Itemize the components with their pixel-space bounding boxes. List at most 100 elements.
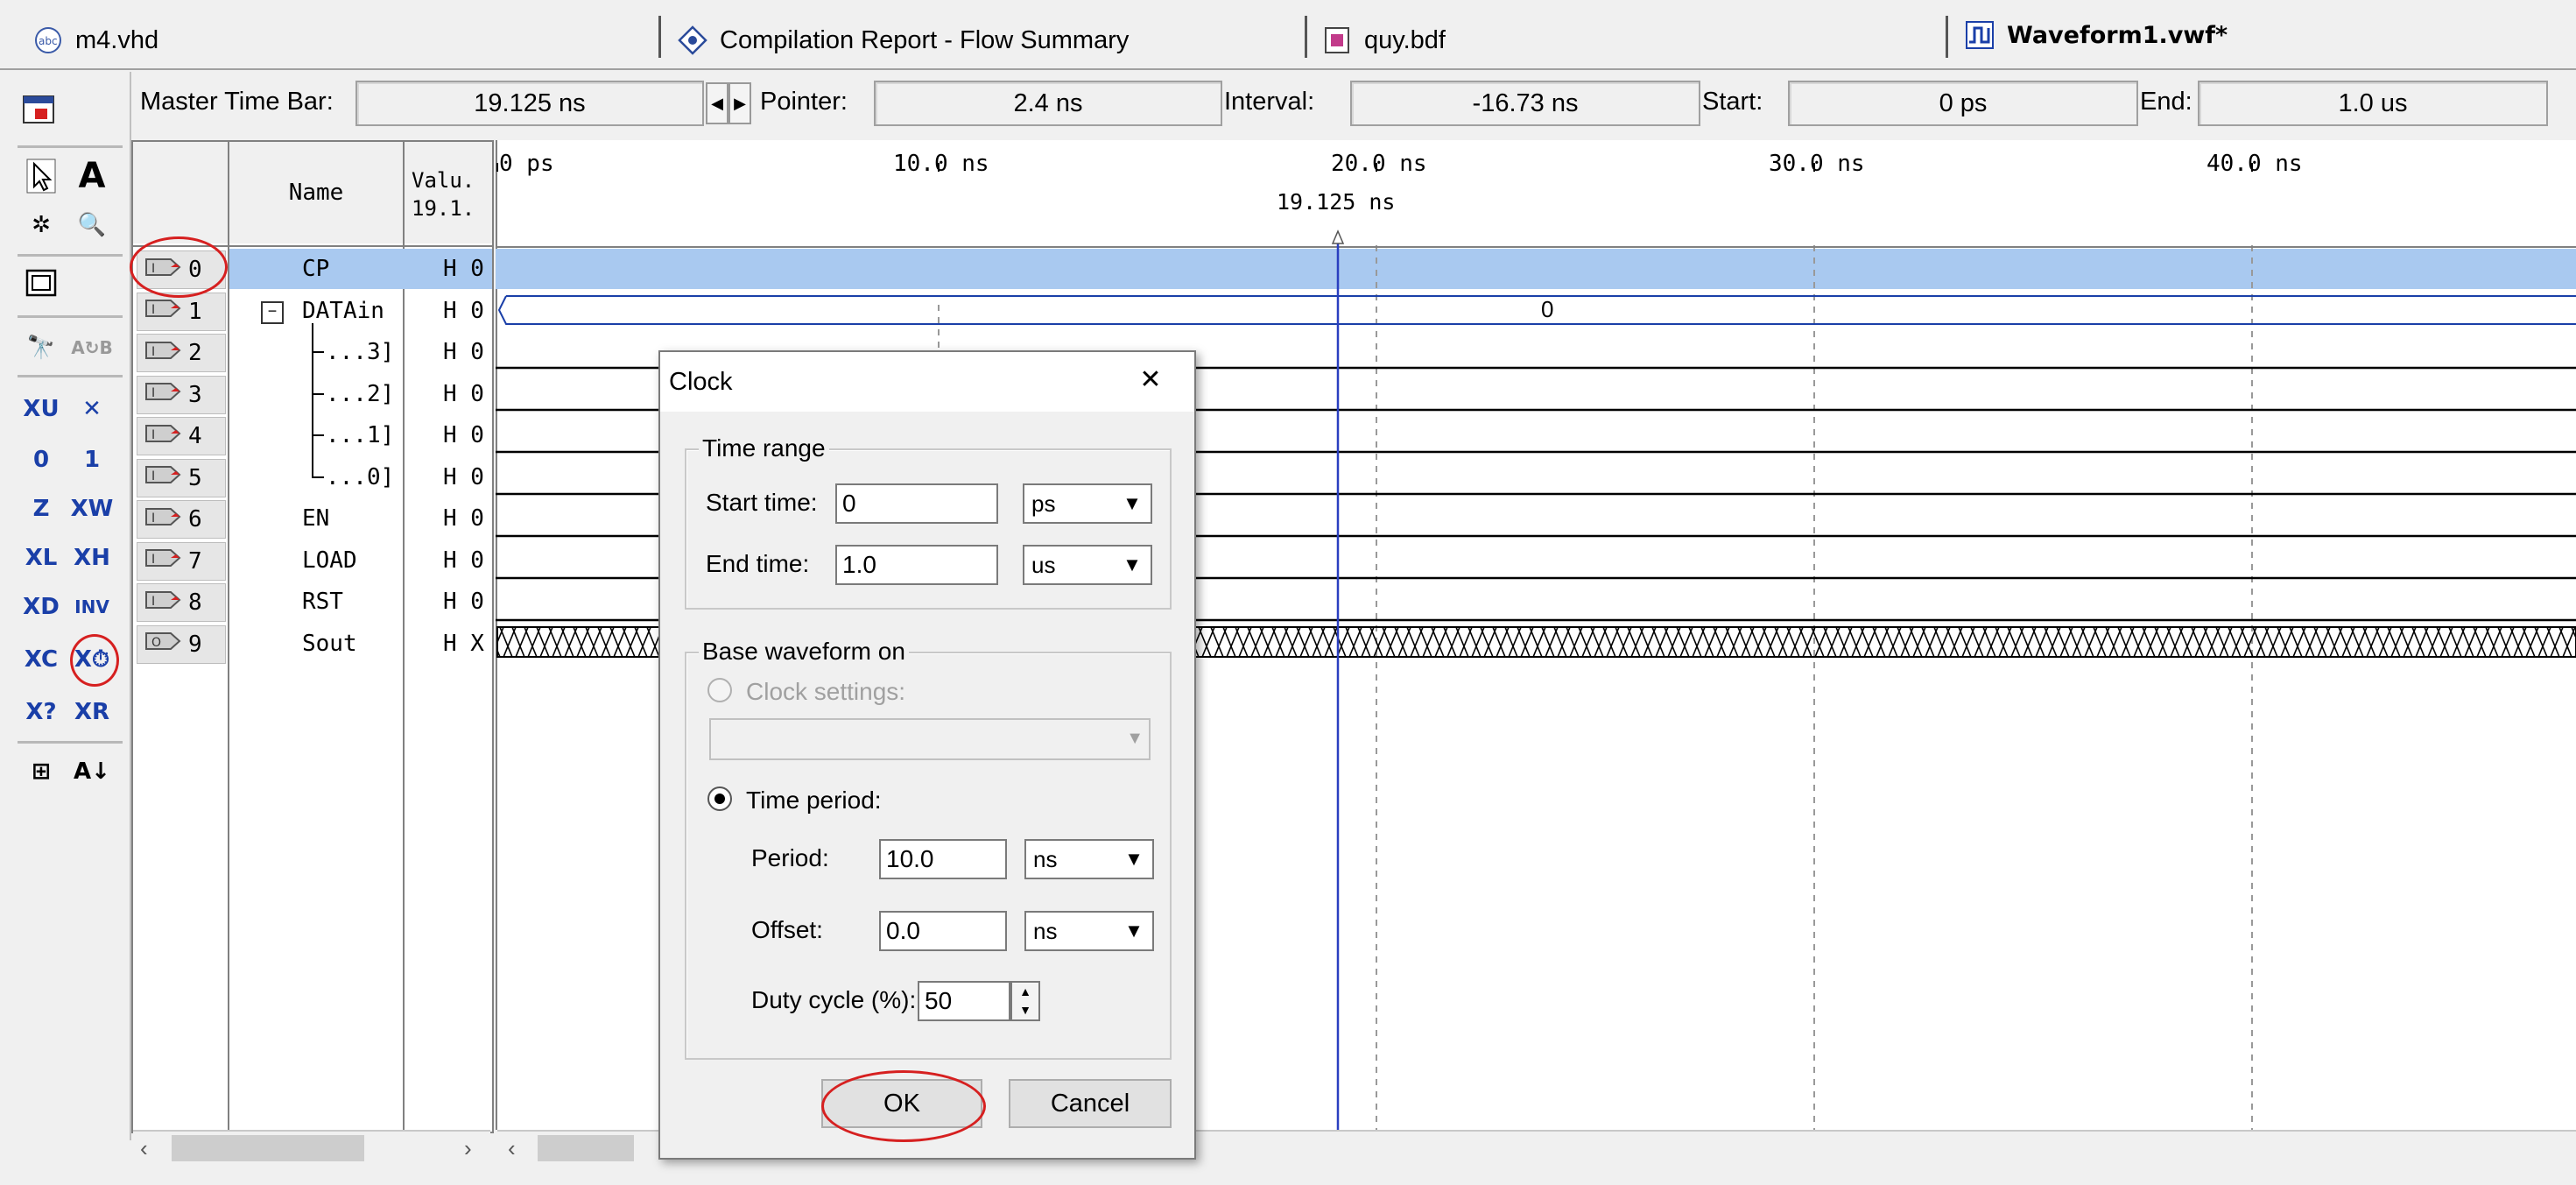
- input-pin-icon: I: [144, 547, 183, 575]
- chevron-down-icon: ▼: [1124, 920, 1144, 942]
- zoom-tool-icon[interactable]: 🔍: [70, 203, 114, 247]
- tree-line: [312, 392, 324, 395]
- svg-text:I: I: [151, 553, 155, 567]
- period-unit-select[interactable]: ns ▼: [1024, 839, 1154, 879]
- sort-icon[interactable]: A↓: [70, 750, 114, 794]
- svg-text:abc: abc: [39, 35, 58, 47]
- weak-low-icon[interactable]: XL: [19, 536, 63, 580]
- chevron-down-icon: ▼: [1124, 848, 1144, 870]
- node-value: H 0: [443, 547, 484, 574]
- tab-m4-vhd[interactable]: abc m4.vhd: [33, 12, 158, 68]
- start-time-unit-select[interactable]: ps ▼: [1023, 483, 1152, 524]
- node-value: H 0: [443, 422, 484, 448]
- scroll-thumb[interactable]: [172, 1135, 364, 1161]
- arbitrary-value-icon[interactable]: X?: [19, 690, 63, 734]
- waveform-icon: [1965, 20, 1995, 50]
- input-pin-icon: I: [144, 297, 183, 326]
- period-input[interactable]: 10.0: [879, 839, 1007, 879]
- offset-unit-select[interactable]: ns ▼: [1024, 911, 1154, 951]
- start-time-input[interactable]: 0: [835, 483, 998, 524]
- svg-text:I: I: [151, 428, 155, 442]
- dont-care-icon[interactable]: XD: [19, 585, 63, 629]
- tree-line: [312, 434, 324, 436]
- scroll-left-icon[interactable]: ‹: [508, 1135, 516, 1162]
- scroll-left-icon[interactable]: ‹: [140, 1135, 148, 1162]
- collapse-icon[interactable]: −: [261, 300, 284, 324]
- clock-settings-select[interactable]: ▼: [709, 718, 1151, 760]
- cancel-button[interactable]: Cancel: [1009, 1079, 1172, 1128]
- tab-label: Waveform1.vwf*: [2007, 21, 2228, 49]
- waveform-editing-tool-icon[interactable]: ✲: [19, 203, 63, 247]
- node-index-cell[interactable]: I8: [137, 583, 226, 622]
- master-time-bar-field[interactable]: 19.125 ns: [355, 81, 704, 126]
- node-index-cell[interactable]: I3: [137, 375, 226, 414]
- node-name: ...1]: [326, 422, 395, 448]
- node-value: H 0: [443, 463, 484, 490]
- node-index: 8: [188, 589, 202, 616]
- node-index-cell[interactable]: I5: [137, 458, 226, 497]
- tab-waveform1[interactable]: Waveform1.vwf*: [1965, 7, 2228, 63]
- toolbar-divider: [18, 254, 123, 257]
- uninitialized-icon[interactable]: XU: [19, 387, 63, 431]
- unknown-icon[interactable]: ✕: [70, 387, 114, 431]
- input-pin-icon: I: [144, 589, 183, 617]
- node-value: H 0: [443, 256, 484, 282]
- offset-input[interactable]: 0.0: [879, 911, 1007, 951]
- window-icon[interactable]: [21, 93, 58, 132]
- time-period-radio[interactable]: [707, 786, 732, 811]
- end-field: 1.0 us: [2198, 81, 2548, 126]
- node-index-cell[interactable]: O9: [137, 624, 226, 664]
- scroll-thumb[interactable]: [538, 1135, 634, 1161]
- node-index: 5: [188, 464, 202, 491]
- node-name: CP: [302, 256, 330, 282]
- node-index: 1: [188, 298, 202, 325]
- tab-compilation-report[interactable]: Compilation Report - Flow Summary: [678, 12, 1129, 68]
- chevron-down-icon: ▼: [1123, 554, 1142, 575]
- clock-settings-radio[interactable]: [707, 678, 732, 702]
- start-field: 0 ps: [1788, 81, 2138, 126]
- random-values-icon[interactable]: XR: [70, 690, 114, 734]
- time-bar-left-button[interactable]: ◀: [706, 82, 728, 124]
- end-time-unit-select[interactable]: us ▼: [1023, 545, 1152, 585]
- tab-label: quy.bdf: [1364, 25, 1446, 54]
- find-icon[interactable]: 🔭: [19, 326, 63, 370]
- end-label: End:: [2140, 88, 2192, 116]
- svg-text:I: I: [151, 595, 155, 609]
- svg-text:I: I: [151, 386, 155, 400]
- time-range-group: [685, 448, 1172, 610]
- weak-high-icon[interactable]: XH: [70, 536, 114, 580]
- snap-to-grid-icon[interactable]: ⊞: [19, 750, 63, 794]
- node-index-cell[interactable]: I4: [137, 417, 226, 455]
- node-index-cell[interactable]: I2: [137, 334, 226, 372]
- invert-icon[interactable]: INV: [70, 585, 114, 629]
- selection-tool-icon[interactable]: [19, 154, 63, 198]
- ok-button-highlight: [821, 1070, 986, 1142]
- chevron-down-icon: ▼: [1126, 729, 1144, 748]
- tab-quy-bdf[interactable]: quy.bdf: [1322, 12, 1446, 68]
- base-waveform-legend: Base waveform on: [699, 638, 909, 666]
- node-index-cell[interactable]: I6: [137, 500, 226, 539]
- end-time-input[interactable]: 1.0: [835, 545, 998, 585]
- node-name: ...2]: [326, 380, 395, 407]
- node-index-cell[interactable]: I1: [137, 292, 226, 331]
- count-value-icon[interactable]: XC: [19, 638, 63, 681]
- fullscreen-icon[interactable]: [19, 261, 63, 305]
- scroll-right-icon[interactable]: ›: [464, 1135, 472, 1162]
- weak-unknown-icon[interactable]: XW: [70, 487, 114, 531]
- close-icon[interactable]: ✕: [1133, 364, 1168, 395]
- node-index-cell[interactable]: I7: [137, 541, 226, 581]
- duty-cycle-input[interactable]: 50: [918, 981, 1010, 1021]
- clock-dialog: Clock ✕ Time range Start time: 0 ps ▼ End…: [658, 350, 1196, 1160]
- value-column-time: 19.1.: [412, 196, 475, 221]
- duty-cycle-spinner[interactable]: ▲ ▼: [1010, 981, 1040, 1021]
- replace-icon[interactable]: A↻B: [70, 326, 114, 370]
- dialog-titlebar: [660, 352, 1194, 412]
- forcing-high-icon[interactable]: 1: [70, 438, 114, 482]
- node-value: H X: [443, 630, 484, 657]
- node-value: H 0: [443, 297, 484, 324]
- high-impedance-icon[interactable]: Z: [19, 487, 63, 531]
- text-tool-icon[interactable]: A: [70, 154, 114, 198]
- time-bar-right-button[interactable]: ▶: [728, 82, 751, 124]
- forcing-low-icon[interactable]: 0: [19, 438, 63, 482]
- value-header-cell: [405, 142, 492, 243]
